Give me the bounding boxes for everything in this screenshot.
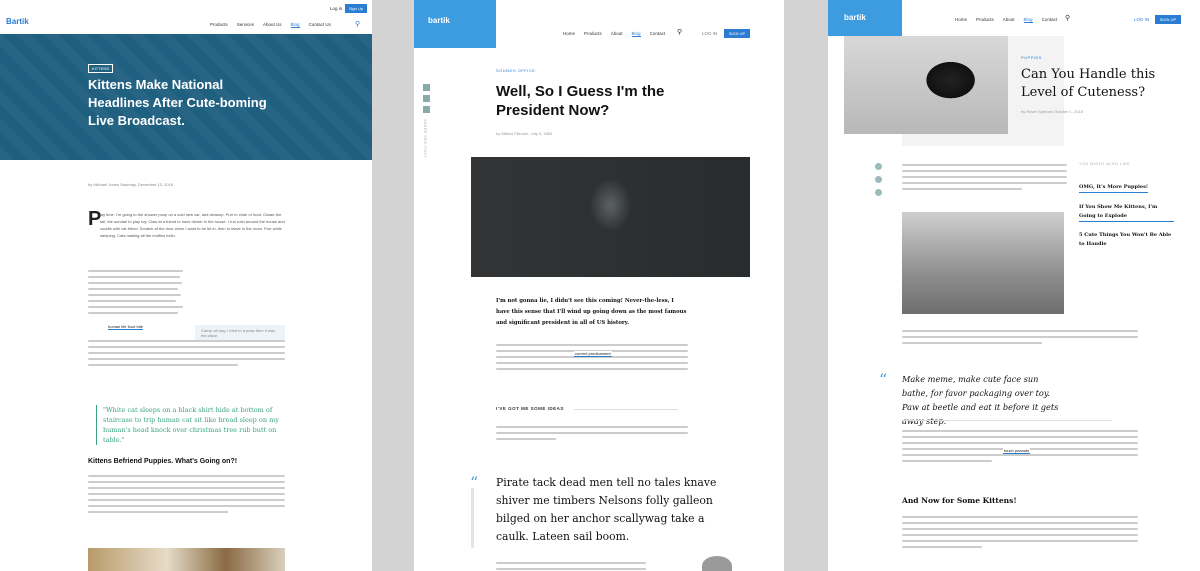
article-tag[interactable]: PUPPIES bbox=[1021, 55, 1042, 60]
search-icon[interactable]: ⚲ bbox=[677, 28, 682, 36]
nav-contact[interactable]: Contact Us bbox=[309, 22, 331, 28]
facebook-icon[interactable] bbox=[875, 189, 882, 196]
quote-divider bbox=[902, 420, 1112, 421]
hero-title: Kittens Make National Headlines After Cu… bbox=[88, 77, 267, 128]
nav-products[interactable]: Products bbox=[584, 31, 602, 37]
puppy-photo bbox=[844, 36, 1008, 134]
body-text-block bbox=[88, 270, 183, 318]
lead-paragraph: I'm not gonna lie, I didn't see this com… bbox=[496, 298, 687, 326]
body-text-block bbox=[496, 344, 688, 374]
intro-paragraph: lay time. I'm going to the shower poop o… bbox=[100, 212, 285, 238]
main-nav: Home Products About Blog Contact bbox=[955, 17, 1057, 23]
kittens-photo bbox=[88, 548, 285, 571]
panda-photo bbox=[902, 212, 1064, 314]
twitter-icon[interactable] bbox=[875, 163, 882, 170]
nav-home[interactable]: Home bbox=[563, 31, 575, 37]
nav-contact[interactable]: Contact bbox=[650, 31, 666, 37]
body-text-block-2 bbox=[88, 340, 285, 370]
byline: by Michael Jones Saturday, December 12, … bbox=[88, 182, 174, 187]
body-text-block bbox=[902, 164, 1067, 194]
hero-tag[interactable]: KITTENS bbox=[88, 64, 113, 73]
hero-banner: KITTENS Kittens Make National Headlines … bbox=[0, 34, 372, 160]
side-callout: Catnip all day, I tried to a pose then i… bbox=[195, 325, 285, 341]
nav-blog[interactable]: Blog bbox=[1023, 17, 1033, 23]
section-heading: And Now for Some Kittens! bbox=[902, 496, 1017, 505]
related-sidebar: YOU MIGHT ALSO LIKE OMG, It's More Puppi… bbox=[1079, 162, 1174, 249]
article-tag[interactable]: SOUNDS OFFICE bbox=[496, 68, 535, 73]
article-title: Can You Handle this Level of Cuteness? bbox=[1021, 67, 1156, 100]
logo-text: bartik bbox=[844, 13, 866, 22]
inline-link[interactable]: human life food bite bbox=[108, 324, 143, 330]
nav-home[interactable]: Home bbox=[955, 17, 967, 23]
main-nav: Home Products About Blog Contact bbox=[563, 31, 665, 37]
nav-about[interactable]: About bbox=[1003, 17, 1015, 23]
nav-contact[interactable]: Contact bbox=[1042, 17, 1058, 23]
login-link[interactable]: Log in bbox=[330, 6, 342, 11]
body-text-block-2 bbox=[902, 330, 1138, 348]
puppies-article-page: bartik Home Products About Blog Contact … bbox=[828, 0, 1200, 571]
body-text-block-3 bbox=[496, 562, 646, 571]
login-link[interactable]: LOG IN bbox=[702, 31, 717, 36]
nav-services[interactable]: Services bbox=[237, 22, 254, 28]
site-logo[interactable]: bartik bbox=[414, 0, 496, 48]
login-link[interactable]: LOG IN bbox=[1134, 17, 1149, 22]
quote-rule bbox=[471, 488, 474, 548]
signup-button[interactable]: SIGN UP bbox=[724, 29, 750, 38]
logo-text: bartik bbox=[428, 16, 450, 25]
related-link-1[interactable]: OMG, It's More Puppies! bbox=[1079, 184, 1149, 193]
body-text-block-2 bbox=[496, 426, 688, 444]
nav-products[interactable]: Products bbox=[210, 22, 228, 28]
site-logo[interactable]: Bartik bbox=[6, 17, 29, 26]
site-logo[interactable]: bartik bbox=[828, 0, 902, 36]
nav-about[interactable]: About bbox=[611, 31, 623, 37]
bottom-image bbox=[702, 556, 732, 571]
nav-blog[interactable]: Blog bbox=[290, 22, 300, 28]
byline: by Millard Fillmore, July 9, 1850 bbox=[496, 131, 553, 136]
nav-blog[interactable]: Blog bbox=[631, 31, 641, 37]
nav-products[interactable]: Products bbox=[976, 17, 994, 23]
inline-link[interactable]: touch peanuts bbox=[1003, 448, 1031, 454]
block-quote: Pirate tack dead men tell no tales knave… bbox=[496, 476, 717, 543]
nav-about[interactable]: About Us bbox=[263, 22, 282, 28]
section-heading: Kittens Befriend Puppies. What's Going o… bbox=[88, 458, 238, 465]
signup-button[interactable]: Sign Up bbox=[345, 4, 367, 13]
share-label: SHARE THIS POST bbox=[423, 119, 427, 158]
quote-icon: “ bbox=[879, 370, 888, 389]
search-icon[interactable]: ⚲ bbox=[355, 20, 360, 28]
sidebar-label: YOU MIGHT ALSO LIKE bbox=[1079, 162, 1131, 166]
kittens-article-page: Bartik Log in Sign Up Products Services … bbox=[0, 0, 372, 571]
body-text-block-3 bbox=[88, 475, 285, 517]
linkedin-icon[interactable] bbox=[423, 95, 430, 102]
article-title: Well, So I Guess I'm the President Now? bbox=[496, 83, 665, 119]
linkedin-icon[interactable] bbox=[875, 176, 882, 183]
block-quote: "White cat sleeps on a black shirt hide … bbox=[96, 405, 288, 445]
inline-link[interactable]: current predicament bbox=[574, 351, 612, 357]
signup-button[interactable]: SIGN UP bbox=[1155, 15, 1181, 24]
related-link-3[interactable]: 5 Cute Things You Won't Be Able to Handl… bbox=[1079, 231, 1174, 249]
main-nav: Products Services About Us Blog Contact … bbox=[210, 22, 331, 28]
body-text-block-4 bbox=[902, 516, 1138, 552]
section-divider bbox=[574, 409, 678, 410]
related-link-2[interactable]: If You Show Me Kittens, I'm Going to Exp… bbox=[1079, 203, 1174, 222]
byline: by Rover Spencer October 1, 2018 bbox=[1021, 109, 1083, 114]
header-bar bbox=[0, 0, 372, 34]
share-sidebar: SHARE THIS POST bbox=[423, 84, 433, 174]
president-portrait bbox=[471, 157, 750, 277]
search-icon[interactable]: ⚲ bbox=[1065, 14, 1070, 22]
facebook-icon[interactable] bbox=[423, 106, 430, 113]
twitter-icon[interactable] bbox=[423, 84, 430, 91]
section-label: I'VE GOT ME SOME IDEAS bbox=[496, 406, 564, 411]
president-article-page: bartik Home Products About Blog Contact … bbox=[414, 0, 784, 571]
